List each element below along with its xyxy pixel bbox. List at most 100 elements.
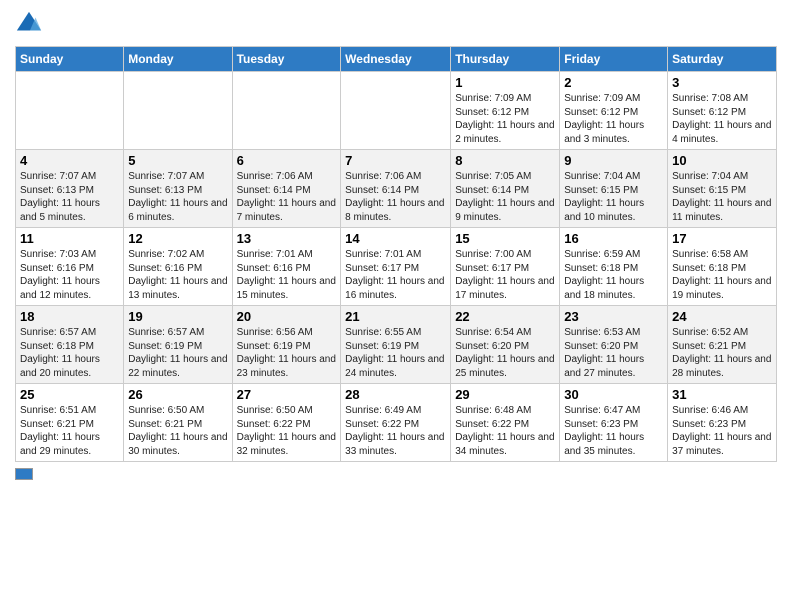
calendar-day-cell: 18 Sunrise: 6:57 AM Sunset: 6:18 PM Dayli… [16,306,124,384]
calendar-day-cell: 31Sunrise: 6:46 AM Sunset: 6:23 PM Dayli… [668,384,777,462]
calendar-day-cell: 21 Sunrise: 6:55 AM Sunset: 6:19 PM Dayli… [341,306,451,384]
day-info: Sunrise: 6:59 AM Sunset: 6:18 PM Dayligh… [564,248,663,302]
day-number: 25 [20,387,119,402]
calendar-day-cell: 12 Sunrise: 7:02 AM Sunset: 6:16 PM Dayli… [124,228,232,306]
day-number: 3 [672,75,772,90]
day-number: 8 [455,153,555,168]
calendar-day-cell: 10Sunrise: 7:04 AM Sunset: 6:15 PM Dayli… [668,150,777,228]
day-number: 7 [345,153,446,168]
calendar-day-cell [16,72,124,150]
day-info: Sunrise: 7:00 AM Sunset: 6:17 PM Dayligh… [455,248,555,302]
day-number: 24 [672,309,772,324]
calendar-week-row: 1 Sunrise: 7:09 AM Sunset: 6:12 PM Daylig… [16,72,777,150]
day-info: Sunrise: 7:06 AM Sunset: 6:14 PM Dayligh… [237,170,337,224]
day-info: Sunrise: 6:58 AM Sunset: 6:18 PM Dayligh… [672,248,772,302]
day-info: Sunrise: 6:55 AM Sunset: 6:19 PM Dayligh… [345,326,446,380]
calendar-day-cell: 2 Sunrise: 7:09 AM Sunset: 6:12 PM Daylig… [560,72,668,150]
calendar-day-cell: 8Sunrise: 7:05 AM Sunset: 6:14 PM Daylig… [451,150,560,228]
weekday-header-friday: Friday [560,47,668,72]
day-info: Sunrise: 7:08 AM Sunset: 6:12 PM Dayligh… [672,92,772,146]
weekday-header-wednesday: Wednesday [341,47,451,72]
calendar-day-cell: 11 Sunrise: 7:03 AM Sunset: 6:16 PM Dayli… [16,228,124,306]
calendar-day-cell: 3 Sunrise: 7:08 AM Sunset: 6:12 PM Daylig… [668,72,777,150]
day-number: 17 [672,231,772,246]
day-info: Sunrise: 7:06 AM Sunset: 6:14 PM Dayligh… [345,170,446,224]
weekday-header-saturday: Saturday [668,47,777,72]
calendar-week-row: 25 Sunrise: 6:51 AM Sunset: 6:21 PM Dayli… [16,384,777,462]
day-number: 28 [345,387,446,402]
day-info: Sunrise: 7:09 AM Sunset: 6:12 PM Dayligh… [455,92,555,146]
day-info: Sunrise: 7:03 AM Sunset: 6:16 PM Dayligh… [20,248,119,302]
day-info: Sunrise: 7:01 AM Sunset: 6:16 PM Dayligh… [237,248,337,302]
day-number: 2 [564,75,663,90]
calendar-day-cell: 22Sunrise: 6:54 AM Sunset: 6:20 PM Dayli… [451,306,560,384]
page-header [15,10,777,38]
day-info: Sunrise: 7:04 AM Sunset: 6:15 PM Dayligh… [564,170,663,224]
day-info: Sunrise: 7:09 AM Sunset: 6:12 PM Dayligh… [564,92,663,146]
calendar-day-cell: 23 Sunrise: 6:53 AM Sunset: 6:20 PM Dayli… [560,306,668,384]
day-info: Sunrise: 6:54 AM Sunset: 6:20 PM Dayligh… [455,326,555,380]
day-number: 4 [20,153,119,168]
calendar-day-cell: 6 Sunrise: 7:06 AM Sunset: 6:14 PM Daylig… [232,150,341,228]
calendar-week-row: 4 Sunrise: 7:07 AM Sunset: 6:13 PM Daylig… [16,150,777,228]
day-number: 15 [455,231,555,246]
day-number: 1 [455,75,555,90]
day-number: 20 [237,309,337,324]
day-number: 13 [237,231,337,246]
calendar-week-row: 11 Sunrise: 7:03 AM Sunset: 6:16 PM Dayli… [16,228,777,306]
calendar-week-row: 18 Sunrise: 6:57 AM Sunset: 6:18 PM Dayli… [16,306,777,384]
calendar-day-cell: 30 Sunrise: 6:47 AM Sunset: 6:23 PM Dayli… [560,384,668,462]
calendar-day-cell: 16 Sunrise: 6:59 AM Sunset: 6:18 PM Dayli… [560,228,668,306]
calendar-day-cell: 20 Sunrise: 6:56 AM Sunset: 6:19 PM Dayli… [232,306,341,384]
day-info: Sunrise: 7:01 AM Sunset: 6:17 PM Dayligh… [345,248,446,302]
day-number: 12 [128,231,227,246]
day-info: Sunrise: 6:47 AM Sunset: 6:23 PM Dayligh… [564,404,663,458]
day-info: Sunrise: 6:51 AM Sunset: 6:21 PM Dayligh… [20,404,119,458]
day-number: 23 [564,309,663,324]
day-number: 18 [20,309,119,324]
calendar-day-cell: 4 Sunrise: 7:07 AM Sunset: 6:13 PM Daylig… [16,150,124,228]
day-number: 6 [237,153,337,168]
calendar-day-cell [232,72,341,150]
calendar-day-cell: 1 Sunrise: 7:09 AM Sunset: 6:12 PM Daylig… [451,72,560,150]
day-info: Sunrise: 6:48 AM Sunset: 6:22 PM Dayligh… [455,404,555,458]
daylight-swatch [15,468,33,480]
day-info: Sunrise: 6:57 AM Sunset: 6:19 PM Dayligh… [128,326,227,380]
day-number: 30 [564,387,663,402]
day-info: Sunrise: 6:50 AM Sunset: 6:21 PM Dayligh… [128,404,227,458]
day-number: 27 [237,387,337,402]
day-info: Sunrise: 7:07 AM Sunset: 6:13 PM Dayligh… [128,170,227,224]
day-number: 11 [20,231,119,246]
day-number: 9 [564,153,663,168]
day-info: Sunrise: 6:49 AM Sunset: 6:22 PM Dayligh… [345,404,446,458]
logo [15,10,47,38]
calendar-day-cell: 15 Sunrise: 7:00 AM Sunset: 6:17 PM Dayli… [451,228,560,306]
calendar-day-cell: 27 Sunrise: 6:50 AM Sunset: 6:22 PM Dayli… [232,384,341,462]
day-info: Sunrise: 6:53 AM Sunset: 6:20 PM Dayligh… [564,326,663,380]
calendar-day-cell: 26 Sunrise: 6:50 AM Sunset: 6:21 PM Dayli… [124,384,232,462]
day-info: Sunrise: 6:50 AM Sunset: 6:22 PM Dayligh… [237,404,337,458]
calendar-day-cell: 7 Sunrise: 7:06 AM Sunset: 6:14 PM Daylig… [341,150,451,228]
day-info: Sunrise: 7:02 AM Sunset: 6:16 PM Dayligh… [128,248,227,302]
day-info: Sunrise: 6:56 AM Sunset: 6:19 PM Dayligh… [237,326,337,380]
day-info: Sunrise: 7:07 AM Sunset: 6:13 PM Dayligh… [20,170,119,224]
day-number: 31 [672,387,772,402]
calendar-day-cell: 19Sunrise: 6:57 AM Sunset: 6:19 PM Dayli… [124,306,232,384]
logo-icon [15,10,43,38]
calendar-day-cell: 28 Sunrise: 6:49 AM Sunset: 6:22 PM Dayli… [341,384,451,462]
calendar-day-cell: 9 Sunrise: 7:04 AM Sunset: 6:15 PM Daylig… [560,150,668,228]
calendar-day-cell: 5 Sunrise: 7:07 AM Sunset: 6:13 PM Daylig… [124,150,232,228]
day-number: 21 [345,309,446,324]
day-info: Sunrise: 6:57 AM Sunset: 6:18 PM Dayligh… [20,326,119,380]
weekday-header-row: SundayMondayTuesdayWednesdayThursdayFrid… [16,47,777,72]
day-info: Sunrise: 7:04 AM Sunset: 6:15 PM Dayligh… [672,170,772,224]
calendar-day-cell [124,72,232,150]
calendar-day-cell: 24Sunrise: 6:52 AM Sunset: 6:21 PM Dayli… [668,306,777,384]
day-number: 16 [564,231,663,246]
calendar-day-cell: 29Sunrise: 6:48 AM Sunset: 6:22 PM Dayli… [451,384,560,462]
calendar-day-cell [341,72,451,150]
day-number: 5 [128,153,227,168]
calendar-day-cell: 14Sunrise: 7:01 AM Sunset: 6:17 PM Dayli… [341,228,451,306]
day-number: 26 [128,387,227,402]
weekday-header-tuesday: Tuesday [232,47,341,72]
